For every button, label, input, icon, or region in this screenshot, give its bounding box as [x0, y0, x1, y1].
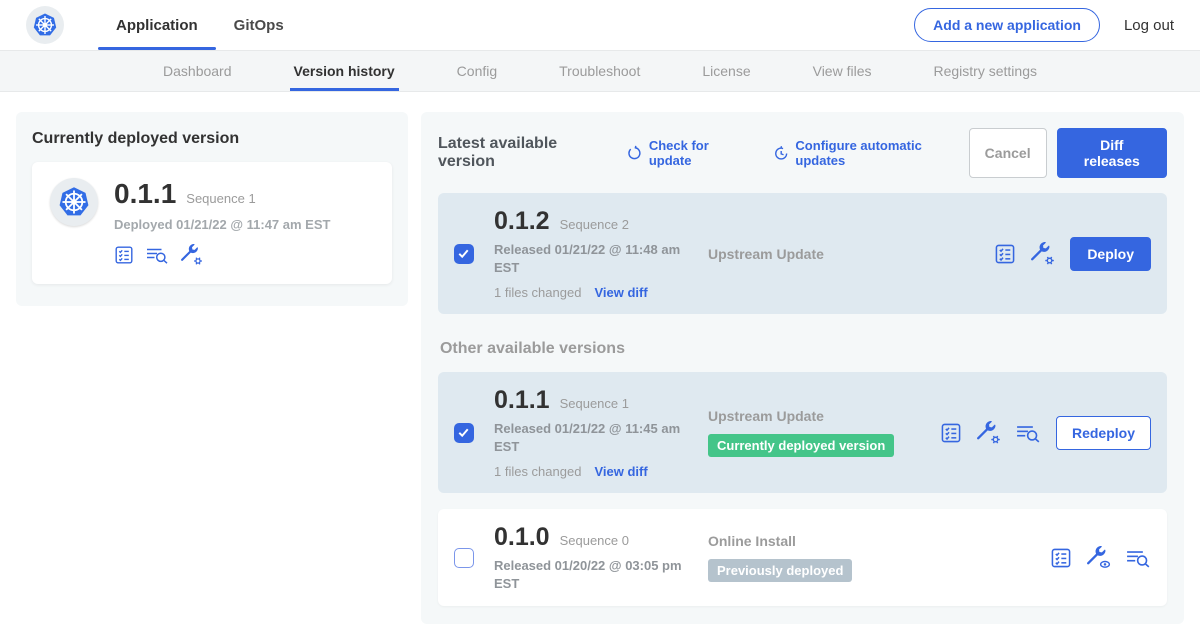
top-nav-right: Add a new application Log out	[914, 8, 1174, 42]
preflight-checks-icon[interactable]	[940, 422, 962, 444]
deployed-version-details: 0.1.1 Sequence 1 Deployed 01/21/22 @ 11:…	[114, 178, 330, 266]
deployed-sequence: Sequence 1	[186, 191, 255, 206]
version-row-0-1-1: 0.1.1 Sequence 1 Released 01/21/22 @ 11:…	[438, 372, 1167, 493]
kubernetes-logo-icon	[26, 6, 64, 44]
version-number: 0.1.0	[494, 523, 550, 552]
logout-button[interactable]: Log out	[1124, 17, 1174, 34]
available-versions-header: Latest available version Check for updat…	[438, 128, 1167, 178]
released-timestamp: Released 01/20/22 @ 03:05 pm EST	[494, 557, 694, 592]
config-wrench-icon[interactable]	[181, 244, 203, 266]
check-for-update-link[interactable]: Check for update	[626, 138, 751, 168]
source-label: Upstream Update	[708, 246, 940, 262]
latest-available-title: Latest available version	[438, 135, 612, 171]
view-diff-link[interactable]: View diff	[594, 464, 647, 479]
redeploy-button[interactable]: Redeploy	[1056, 416, 1151, 450]
release-notes-icon[interactable]	[146, 245, 169, 265]
source-label: Upstream Update	[708, 408, 940, 424]
subtab-troubleshoot[interactable]: Troubleshoot	[559, 51, 640, 91]
subtab-license[interactable]: License	[702, 51, 750, 91]
version-row-0-1-0: 0.1.0 Sequence 0 Released 01/20/22 @ 03:…	[438, 509, 1167, 606]
add-application-button[interactable]: Add a new application	[914, 8, 1100, 42]
other-versions-title: Other available versions	[440, 340, 1167, 358]
config-wrench-icon[interactable]	[1031, 242, 1055, 266]
version-sequence: Sequence 1	[560, 396, 629, 411]
deployed-version-card: 0.1.1 Sequence 1 Deployed 01/21/22 @ 11:…	[32, 162, 392, 284]
release-notes-icon[interactable]	[1016, 422, 1041, 444]
kots-admin-console: Application GitOps Add a new application…	[0, 0, 1200, 634]
version-row-0-1-2: 0.1.2 Sequence 2 Released 01/21/22 @ 11:…	[438, 193, 1167, 314]
version-actions: Redeploy	[940, 416, 1151, 450]
tab-application[interactable]: Application	[98, 0, 216, 50]
previously-deployed-badge: Previously deployed	[708, 559, 852, 582]
version-actions	[1050, 546, 1151, 570]
version-source: Upstream Update	[708, 246, 940, 262]
release-notes-icon[interactable]	[1126, 547, 1151, 569]
available-versions-panel: Latest available version Check for updat…	[421, 112, 1184, 624]
version-number: 0.1.2	[494, 207, 550, 236]
version-info: 0.1.2 Sequence 2 Released 01/21/22 @ 11:…	[494, 207, 708, 300]
tab-gitops[interactable]: GitOps	[216, 0, 302, 50]
preflight-checks-icon[interactable]	[994, 243, 1016, 265]
preflight-checks-icon[interactable]	[1050, 547, 1072, 569]
view-diff-link[interactable]: View diff	[594, 285, 647, 300]
deployed-timestamp: Deployed 01/21/22 @ 11:47 am EST	[114, 217, 330, 232]
main-content: Currently deployed version	[0, 92, 1200, 634]
released-timestamp: Released 01/21/22 @ 11:48 am EST	[494, 241, 694, 276]
version-sequence: Sequence 2	[560, 217, 629, 232]
version-checkbox[interactable]	[454, 244, 474, 264]
version-source: Upstream Update Currently deployed versi…	[708, 408, 940, 457]
currently-deployed-badge: Currently deployed version	[708, 434, 894, 457]
configure-automatic-updates-link[interactable]: Configure automatic updates	[773, 138, 969, 168]
refresh-icon	[626, 145, 642, 162]
currently-deployed-title: Currently deployed version	[32, 130, 392, 148]
diff-releases-button[interactable]: Diff releases	[1057, 128, 1167, 178]
files-changed-label: 1 files changed	[494, 285, 581, 300]
preflight-checks-icon[interactable]	[114, 245, 134, 265]
version-number: 0.1.1	[494, 386, 550, 415]
config-view-icon[interactable]	[1087, 546, 1111, 570]
files-changed-label: 1 files changed	[494, 464, 581, 479]
top-tab-bar: Application GitOps	[98, 0, 302, 50]
released-timestamp: Released 01/21/22 @ 11:45 am EST	[494, 420, 694, 455]
app-sub-nav: Dashboard Version history Config Trouble…	[0, 50, 1200, 92]
version-sequence: Sequence 0	[560, 533, 629, 548]
version-info: 0.1.0 Sequence 0 Released 01/20/22 @ 03:…	[494, 523, 708, 592]
source-label: Online Install	[708, 533, 940, 549]
subtab-view-files[interactable]: View files	[813, 51, 872, 91]
app-logo-icon	[50, 178, 98, 226]
subtab-version-history[interactable]: Version history	[294, 51, 395, 91]
version-actions: Deploy	[994, 237, 1151, 271]
top-nav: Application GitOps Add a new application…	[0, 0, 1200, 50]
config-wrench-icon[interactable]	[977, 421, 1001, 445]
version-info: 0.1.1 Sequence 1 Released 01/21/22 @ 11:…	[494, 386, 708, 479]
subtab-registry-settings[interactable]: Registry settings	[934, 51, 1037, 91]
subtab-dashboard[interactable]: Dashboard	[163, 51, 232, 91]
cancel-button[interactable]: Cancel	[969, 128, 1047, 178]
deploy-button[interactable]: Deploy	[1070, 237, 1151, 271]
schedule-update-icon	[773, 145, 789, 162]
currently-deployed-panel: Currently deployed version	[16, 112, 408, 306]
version-source: Online Install Previously deployed	[708, 533, 940, 582]
deployed-version-number: 0.1.1	[114, 178, 176, 210]
subtab-config[interactable]: Config	[457, 51, 497, 91]
version-checkbox[interactable]	[454, 423, 474, 443]
version-checkbox[interactable]	[454, 548, 474, 568]
